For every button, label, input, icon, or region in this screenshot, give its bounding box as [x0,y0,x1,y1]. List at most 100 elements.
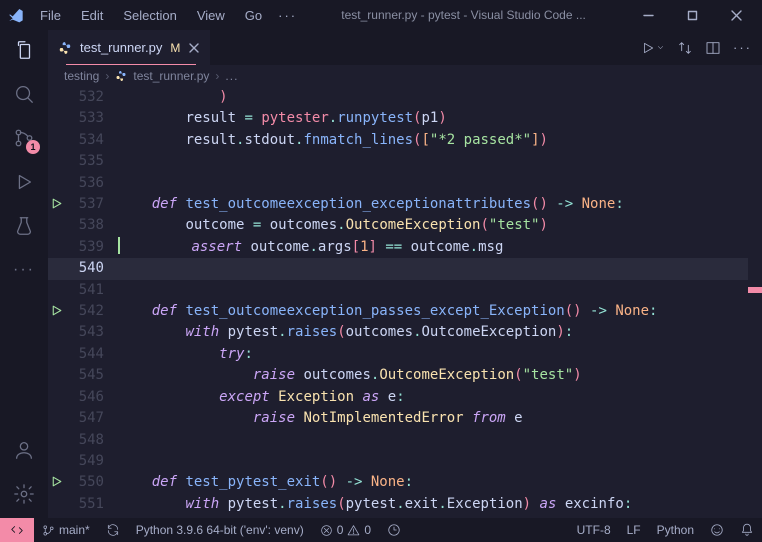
eol[interactable]: LF [619,523,649,537]
error-count: 0 [337,523,344,537]
menu-selection[interactable]: Selection [115,4,184,27]
code-line[interactable]: 540 [48,258,762,279]
line-number: 550 [66,472,118,493]
code-line[interactable]: 548 [48,430,762,451]
line-number: 535 [66,151,118,172]
python-file-icon [58,41,72,55]
minimap[interactable] [748,87,762,518]
menu-bar: File Edit Selection View Go [32,4,270,27]
code-line[interactable]: 551 with pytest.raises(pytest.exit.Excep… [48,494,762,515]
code-content: result = pytester.runpytest(p1) [118,108,447,129]
breadcrumbs[interactable]: testing › test_runner.py › ... [48,65,762,87]
feedback-icon[interactable] [702,523,732,537]
line-number: 537 [66,194,118,215]
more-icon[interactable]: ··· [12,258,36,282]
gutter-run-icon[interactable] [50,475,63,488]
code-line[interactable]: 535 [48,151,762,172]
search-icon[interactable] [12,82,36,106]
line-number: 545 [66,365,118,386]
menu-go[interactable]: Go [237,4,270,27]
problems[interactable]: 0 0 [312,523,379,537]
code-line[interactable]: 538 outcome = outcomes.OutcomeException(… [48,215,762,236]
code-line[interactable]: 539 assert outcome.args[1] == outcome.ms… [48,237,762,258]
gutter-run-icon[interactable] [50,304,63,317]
remote-indicator[interactable] [0,518,34,542]
edit-cursor [118,237,120,254]
sync-button[interactable] [98,523,128,537]
editor-tab[interactable]: test_runner.py M [48,30,210,65]
notifications-icon[interactable] [732,523,762,537]
tab-filename: test_runner.py [80,40,162,55]
compare-changes-icon[interactable] [677,40,693,56]
code-content: raise outcomes.OutcomeException("test") [118,365,582,386]
code-line[interactable]: 544 try: [48,344,762,365]
code-line[interactable]: 534 result.stdout.fnmatch_lines(["*2 pas… [48,130,762,151]
code-line[interactable]: 543 with pytest.raises(outcomes.OutcomeE… [48,322,762,343]
line-number: 534 [66,130,118,151]
line-number: 539 [66,237,118,258]
code-line[interactable]: 532 ) [48,87,762,108]
run-file-button[interactable] [641,41,665,55]
live-share-icon[interactable] [379,523,409,537]
close-button[interactable] [718,1,754,29]
breadcrumb-ellipsis[interactable]: ... [225,69,238,83]
code-content: assert outcome.args[1] == outcome.msg [118,237,503,258]
line-number: 548 [66,430,118,451]
more-actions-icon[interactable]: ··· [733,40,752,55]
menu-view[interactable]: View [189,4,233,27]
encoding[interactable]: UTF-8 [569,523,619,537]
breadcrumb-file[interactable]: test_runner.py [133,69,209,83]
code-content: ) [118,87,228,108]
menu-edit[interactable]: Edit [73,4,111,27]
menu-overflow[interactable]: ··· [278,8,297,23]
status-bar: main* Python 3.9.6 64-bit ('env': venv) … [0,518,762,542]
tab-close-icon[interactable] [188,42,200,54]
code-line[interactable]: 550 def test_pytest_exit() -> None: [48,472,762,493]
code-line[interactable]: 537 def test_outcomeexception_exceptiona… [48,194,762,215]
code-line[interactable]: 547 raise NotImplementedError from e [48,408,762,429]
code-line[interactable]: 545 raise outcomes.OutcomeException("tes… [48,365,762,386]
line-number: 544 [66,344,118,365]
python-file-icon [115,70,127,82]
maximize-button[interactable] [674,1,710,29]
code-line[interactable]: 533 result = pytester.runpytest(p1) [48,108,762,129]
title-bar: File Edit Selection View Go ··· test_run… [0,0,762,30]
language-mode[interactable]: Python [649,523,702,537]
chevron-down-icon [656,43,665,52]
code-line[interactable]: 541 [48,280,762,301]
code-line[interactable]: 542 def test_outcomeexception_passes_exc… [48,301,762,322]
python-interpreter[interactable]: Python 3.9.6 64-bit ('env': venv) [128,523,312,537]
tab-bar: test_runner.py M ··· [48,30,762,65]
line-number: 538 [66,215,118,236]
editor-content[interactable]: 532 )533 result = pytester.runpytest(p1)… [48,87,762,518]
branch-name: main* [59,523,90,537]
gutter-run-icon[interactable] [50,197,63,210]
source-control-icon[interactable]: 1 [12,126,36,150]
code-line[interactable]: 536 [48,173,762,194]
settings-gear-icon[interactable] [12,482,36,506]
explorer-icon[interactable] [12,38,36,62]
line-number: 532 [66,87,118,108]
scm-badge: 1 [26,140,40,154]
git-branch[interactable]: main* [34,523,98,537]
window-title: test_runner.py - pytest - Visual Studio … [297,8,630,22]
code-line[interactable]: 549 [48,451,762,472]
line-number: 533 [66,108,118,129]
activity-bar: 1 ··· [0,30,48,518]
accounts-icon[interactable] [12,438,36,462]
minimize-button[interactable] [630,1,666,29]
line-number: 549 [66,451,118,472]
split-editor-icon[interactable] [705,40,721,56]
menu-file[interactable]: File [32,4,69,27]
testing-icon[interactable] [12,214,36,238]
line-number: 547 [66,408,118,429]
line-number: 536 [66,173,118,194]
run-debug-icon[interactable] [12,170,36,194]
warning-count: 0 [364,523,371,537]
editor-region: test_runner.py M ··· testing › test_runn… [48,30,762,518]
code-content: def test_outcomeexception_passes_except_… [118,301,657,322]
line-number: 540 [66,258,118,279]
tab-modified-indicator: M [170,41,180,55]
code-line[interactable]: 546 except Exception as e: [48,387,762,408]
breadcrumb-folder[interactable]: testing [64,69,99,83]
